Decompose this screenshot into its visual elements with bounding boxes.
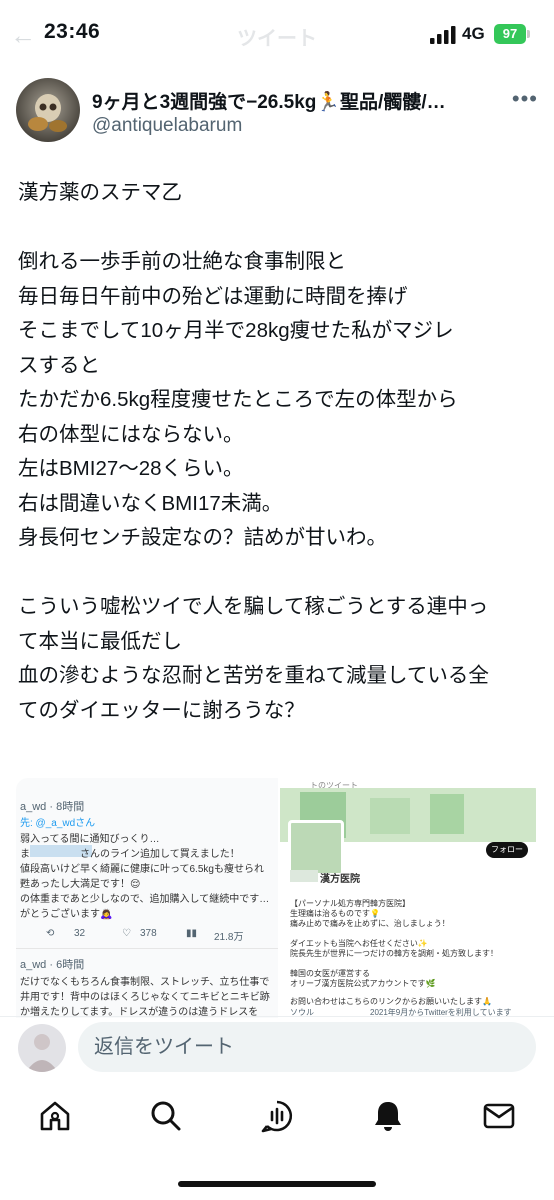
- like-count: 378: [140, 928, 157, 939]
- bio-line: 痛み止めで痛みを止めずに、治しましょう！: [290, 919, 450, 928]
- notifications-icon[interactable]: [370, 1098, 406, 1134]
- signal-icon: [430, 26, 456, 44]
- tweet-line: てのダイエッターに謝ろうな？: [18, 698, 305, 722]
- reply-input[interactable]: 返信をツイート: [78, 1022, 536, 1072]
- blurred-name-prefix: [290, 870, 318, 882]
- tweet-line: 右は間違いなくBMI17未満。: [18, 491, 283, 515]
- tweet-line: 身長何センチ設定なの？詰めが甘いわ。: [18, 526, 387, 549]
- home-icon[interactable]: [37, 1098, 73, 1134]
- author-name[interactable]: 9ヶ月と3週間強で−26.5kg🏃聖品/髑髏/…: [92, 87, 512, 114]
- views-count: 21.8万: [214, 932, 244, 943]
- search-icon[interactable]: [148, 1098, 184, 1134]
- embedded-line: 弱入ってる間に通知びっくり…: [20, 834, 160, 845]
- tweet-line: 倒れる一歩手前の壮絶な食事制限と: [18, 250, 346, 273]
- media-image-left[interactable]: a_wd · 8時間 先: @_a_wdさん 弱入ってる間に通知びっくり… ま …: [16, 778, 278, 1018]
- tweet-line: 右の体型にはならない。: [18, 422, 244, 446]
- embedded-line: 甦あったし大満足です！😌: [20, 879, 141, 890]
- tweet-media[interactable]: a_wd · 8時間 先: @_a_wdさん 弱入ってる間に通知びっくり… ま …: [16, 778, 536, 1018]
- retweet-icon: ⟲: [46, 928, 55, 939]
- home-indicator: [178, 1181, 376, 1187]
- battery-indicator: 97: [494, 24, 530, 44]
- more-options-icon[interactable]: •••: [512, 86, 538, 112]
- embedded-line: ま さんのライン追加して買えました！: [20, 849, 240, 860]
- messages-icon[interactable]: [481, 1098, 517, 1134]
- user-avatar[interactable]: [18, 1024, 66, 1072]
- media-image-right[interactable]: トのツイート フォロー 漢方医院 【パーソナル処方専門韓方医院】 生理痛は治るも…: [280, 778, 536, 1018]
- divider: [16, 948, 278, 949]
- tweet-line: 毎日毎日午前中の殆どは運動に時間を捧げ: [18, 284, 408, 308]
- retweet-count: 32: [74, 928, 86, 939]
- blurred-profile-pic: [288, 820, 344, 876]
- bio-line: オリーブ漢方医院公式アカウントです🌿: [290, 979, 436, 988]
- embedded-header: a_wd · 8時間: [20, 801, 85, 813]
- embedded-reply-to: 先: @_a_wdさん: [20, 818, 96, 829]
- author-handle[interactable]: @antiquelabarum: [92, 115, 242, 137]
- tweet-line: [18, 211, 538, 246]
- tweet-line: そこまでして10ヶ月半で28kg痩せた私がマジレ: [18, 319, 454, 342]
- tweet-line: こういう嘘松ツイで人を騙して稼ごうとする連中っ: [18, 595, 489, 618]
- tweet-text: 漢方薬のステマ乙 倒れる一歩手前の壮絶な食事制限と 毎日毎日午前中の殆どは運動に…: [18, 176, 538, 728]
- tweet-line: [18, 556, 538, 591]
- blurred-patch: [430, 794, 464, 834]
- tweet-line: 左はBMI27〜28くらい。: [18, 457, 244, 480]
- like-icon: ♡: [122, 928, 131, 939]
- tweet-line: 漢方薬のステマ乙: [18, 181, 182, 204]
- embedded-line: の体重まであと少しなので、追加購入して継続中です…: [20, 894, 270, 905]
- bio-line: お問い合わせはこちらのリンクからお願いいたします🙏: [290, 997, 492, 1006]
- views-icon: ▮▮: [186, 928, 198, 939]
- bio-line: 院長先生が世界に一つだけの韓方を調剤・処方致します！: [290, 949, 498, 958]
- embedded-line: だけでなくもちろん食事制限、ストレッチ、立ち仕事で: [20, 977, 270, 988]
- tweet-line: スすると: [18, 353, 100, 377]
- tweet-line: て本当に最低だし: [18, 629, 182, 653]
- tweet-line: たかだか6.5kg程度痩せたところで左の体型から: [18, 388, 458, 411]
- spaces-icon[interactable]: [259, 1098, 295, 1134]
- embedded-line: 井用です！背中のはほくろじゃなくてニキビとニキビ跡: [20, 992, 270, 1003]
- tweet-author[interactable]: 9ヶ月と3週間強で−26.5kg🏃聖品/髑髏/… @antiquelabarum…: [16, 78, 538, 146]
- status-bar: ← 23:46 ツイート 4G 97: [0, 0, 554, 70]
- embedded-profile-name: 漢方医院: [320, 874, 360, 885]
- author-avatar[interactable]: [16, 78, 80, 142]
- tweet-line: 血の滲むような忍耐と苦労を重ねて減量している全: [18, 664, 489, 687]
- follow-button[interactable]: フォロー: [486, 842, 528, 858]
- bottom-tab-bar: [0, 1086, 554, 1146]
- embedded-header: a_wd · 6時間: [20, 959, 85, 971]
- network-type: 4G: [462, 24, 485, 43]
- embedded-line: 値段高いけど早く綺麗に健康に叶って6.5kgも痩せられ: [20, 864, 264, 875]
- blurred-patch: [370, 798, 410, 834]
- embedded-line: がとうございます🙇‍♀️: [20, 909, 113, 920]
- reply-divider: [0, 1016, 554, 1017]
